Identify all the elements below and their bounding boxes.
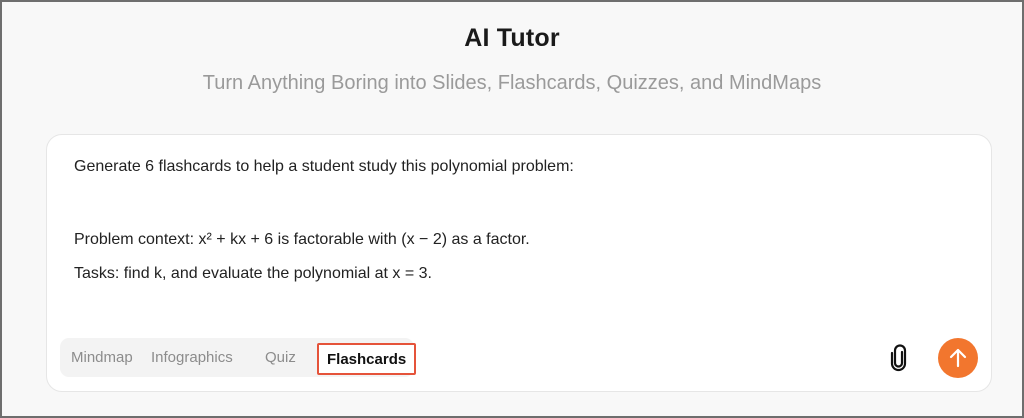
prompt-line: Problem context: x² + kx + 6 is factorab… xyxy=(74,231,530,248)
attach-button[interactable] xyxy=(887,344,911,372)
prompt-line: Tasks: find k, and evaluate the polynomi… xyxy=(74,265,432,282)
send-button[interactable] xyxy=(938,338,978,378)
mode-tab-quiz[interactable]: Quiz xyxy=(265,338,296,377)
mode-tab-flashcards[interactable]: Flashcards xyxy=(317,343,417,375)
page-subtitle: Turn Anything Boring into Slides, Flashc… xyxy=(202,72,822,94)
mode-tab-mindmap[interactable]: Mindmap xyxy=(71,338,133,377)
page-title: AI Tutor xyxy=(464,24,560,52)
app-window: AI Tutor Turn Anything Boring into Slide… xyxy=(2,2,1022,416)
paperclip-icon xyxy=(890,344,907,372)
prompt-line: Generate 6 flashcards to help a student … xyxy=(74,158,574,175)
mode-tab-infographics[interactable]: Infographics xyxy=(151,338,233,377)
mode-selector: Mindmap Infographics Quiz Flashcards xyxy=(60,338,417,377)
arrow-up-icon xyxy=(949,348,967,368)
prompt-card: Generate 6 flashcards to help a student … xyxy=(46,134,992,392)
